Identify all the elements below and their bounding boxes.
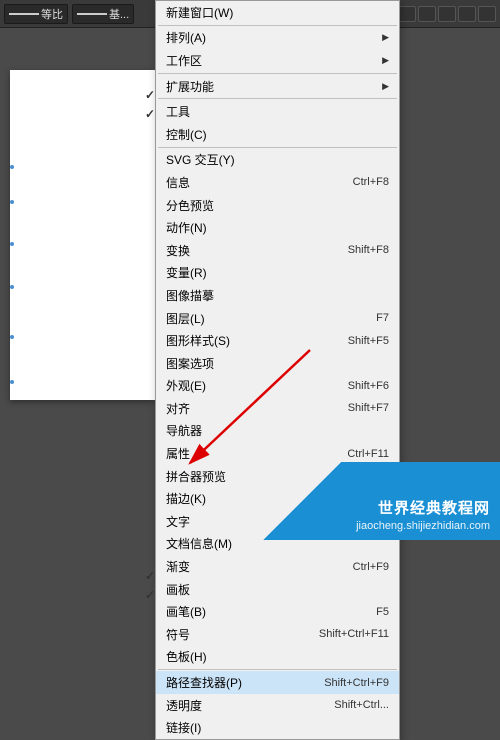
menu-separator [158,669,397,670]
menu-item-29[interactable]: 路径查找器(P) Shift+Ctrl+F9 [156,671,399,694]
menu-item-25[interactable]: 画板 [156,578,399,601]
menu-item-label: 变量(R) [166,264,207,281]
menu-item-shortcut: Shift+Ctrl... [334,699,389,711]
menu-separator [158,98,397,99]
menu-item-label: 对齐 [166,400,190,417]
watermark: 世界经典教程网 jiaocheng.shijiezhidian.com [240,462,500,540]
menu-item-shortcut: Shift+F8 [348,244,389,256]
menu-item-12[interactable]: 图像描摹 [156,284,399,307]
menu-separator [158,73,397,74]
menu-item-26[interactable]: 画笔(B) F5 [156,600,399,623]
menu-item-label: 工具 [166,103,190,120]
dropdown1-label: 等比 [41,6,63,22]
panel-icon-2[interactable] [418,6,436,22]
menu-item-label: 信息 [166,174,190,191]
menu-item-3[interactable]: 扩展功能 ▶ [156,75,399,98]
menu-item-label: 画笔(B) [166,603,206,620]
submenu-arrow-icon: ▶ [382,55,389,66]
menu-item-label: 导航器 [166,422,202,439]
menu-item-shortcut: Shift+Ctrl+F11 [319,628,389,640]
menu-item-shortcut: Ctrl+F8 [353,176,389,188]
check-icon: ✓ [145,588,155,602]
menu-item-6[interactable]: SVG 交互(Y) [156,149,399,172]
menu-item-label: 控制(C) [166,126,207,143]
menu-separator [158,25,397,26]
check-icon: ✓ [145,107,155,121]
menu-item-15[interactable]: 图案选项 [156,352,399,375]
menu-item-label: 文字 [166,513,190,530]
menu-item-label: 分色预览 [166,197,214,214]
window-menu: 新建窗口(W) 排列(A) ▶ 工作区 ▶ 扩展功能 ▶ 工具控制(C) SVG 交互(Y) 信息… [155,0,400,740]
dropdown2-label: 基... [109,6,129,22]
menu-item-11[interactable]: 变量(R) [156,262,399,285]
panel-icon-5[interactable] [478,6,496,22]
panel-icon-4[interactable] [458,6,476,22]
menu-item-0[interactable]: 新建窗口(W) [156,1,399,24]
menu-item-shortcut: Shift+F7 [348,402,389,414]
menu-item-label: 排列(A) [166,29,206,46]
menu-item-label: SVG 交互(Y) [166,151,235,168]
menu-item-28[interactable]: 色板(H) [156,646,399,669]
menu-item-label: 拼合器预览 [166,468,226,485]
menu-item-2[interactable]: 工作区 ▶ [156,49,399,72]
menu-item-label: 动作(N) [166,219,207,236]
menu-item-7[interactable]: 信息 Ctrl+F8 [156,171,399,194]
menu-item-label: 画板 [166,581,190,598]
menu-item-shortcut: Shift+F5 [348,335,389,347]
menu-item-31[interactable]: 链接(I) [156,716,399,739]
submenu-arrow-icon: ▶ [382,81,389,92]
menu-item-18[interactable]: 导航器 [156,420,399,443]
menu-item-label: 图案选项 [166,355,214,372]
menu-item-label: 外观(E) [166,377,206,394]
menu-item-label: 图层(L) [166,310,205,327]
menu-item-16[interactable]: 外观(E) Shift+F6 [156,375,399,398]
watermark-line1: 世界经典教程网 [356,498,490,519]
menu-item-label: 色板(H) [166,648,207,665]
menu-item-1[interactable]: 排列(A) ▶ [156,27,399,50]
menu-item-shortcut: F7 [376,312,389,324]
menu-separator [158,147,397,148]
menu-item-label: 扩展功能 [166,78,214,95]
menu-item-8[interactable]: 分色预览 [156,194,399,217]
panel-icon-3[interactable] [438,6,456,22]
menu-item-shortcut: Ctrl+F9 [353,561,389,573]
submenu-arrow-icon: ▶ [382,32,389,43]
menu-item-label: 变换 [166,242,190,259]
menu-item-shortcut: Shift+Ctrl+F9 [324,677,389,689]
menu-item-label: 文档信息(M) [166,535,232,552]
menu-item-label: 渐变 [166,558,190,575]
menu-item-17[interactable]: 对齐 Shift+F7 [156,397,399,420]
menu-item-27[interactable]: 符号 Shift+Ctrl+F11 [156,623,399,646]
stroke-dropdown-1[interactable]: 等比 [4,4,68,24]
menu-item-label: 链接(I) [166,719,201,736]
menu-item-label: 符号 [166,626,190,643]
menu-item-label: 属性 [166,445,190,462]
menu-item-label: 描边(K) [166,490,206,507]
menu-item-label: 图形样式(S) [166,332,230,349]
menu-item-30[interactable]: 透明度 Shift+Ctrl... [156,694,399,717]
menu-item-label: 透明度 [166,697,202,714]
panel-icon-1[interactable] [398,6,416,22]
menu-item-shortcut: Ctrl+F11 [347,448,389,460]
watermark-line2: jiaocheng.shijiezhidian.com [356,519,490,534]
check-icon: ✓ [145,569,155,583]
menu-item-shortcut: Shift+F6 [348,380,389,392]
menu-item-5[interactable]: 控制(C) [156,123,399,146]
menu-item-label: 路径查找器(P) [166,674,242,691]
menu-item-14[interactable]: 图形样式(S) Shift+F5 [156,329,399,352]
menu-item-9[interactable]: 动作(N) [156,216,399,239]
menu-item-13[interactable]: 图层(L) F7 [156,307,399,330]
menu-item-10[interactable]: 变换 Shift+F8 [156,239,399,262]
menu-item-shortcut: F5 [376,606,389,618]
check-icon: ✓ [145,88,155,102]
menu-item-label: 图像描摹 [166,287,214,304]
document-canvas[interactable] [10,70,155,400]
menu-item-24[interactable]: 渐变 Ctrl+F9 [156,555,399,578]
stroke-dropdown-2[interactable]: 基... [72,4,134,24]
menu-item-label: 工作区 [166,52,202,69]
menu-item-4[interactable]: 工具 [156,100,399,123]
menu-item-label: 新建窗口(W) [166,4,233,21]
